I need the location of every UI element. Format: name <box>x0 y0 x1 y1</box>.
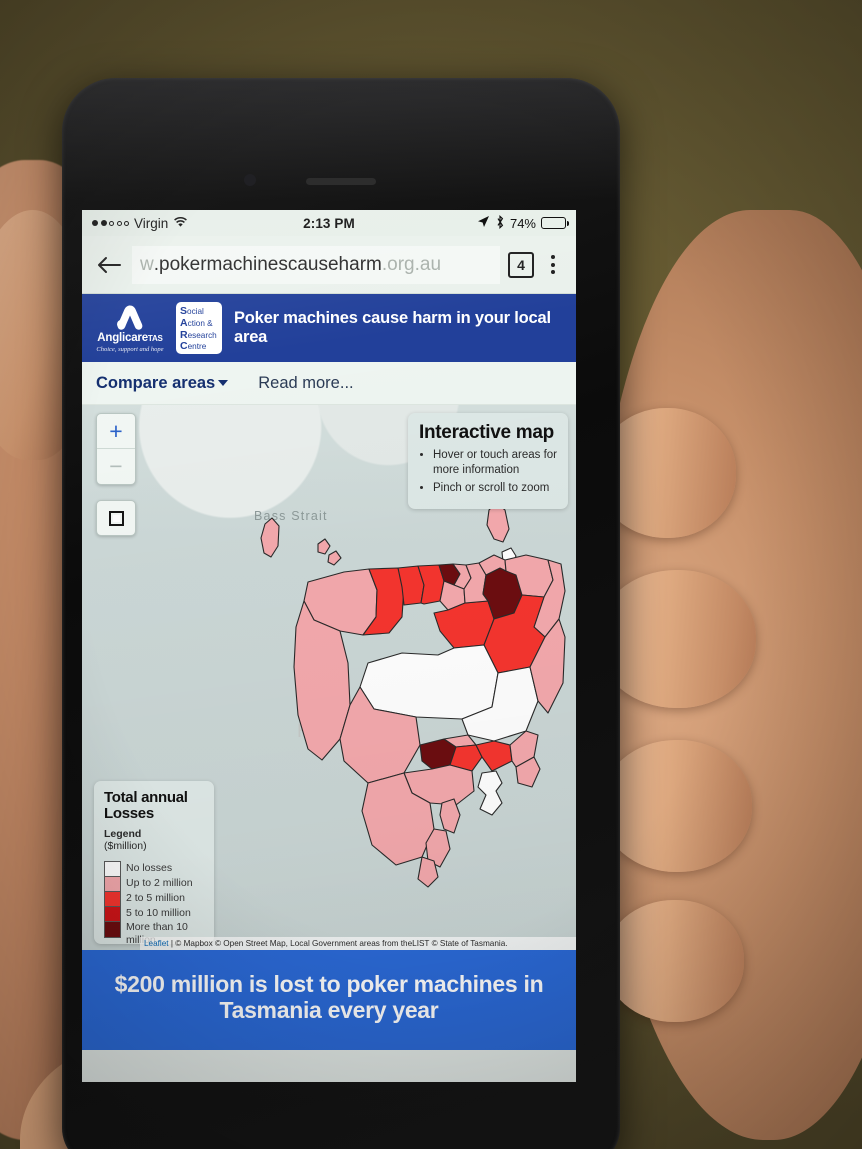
browser-toolbar: w .pokermachinescauseharm .org.au 4 <box>82 236 576 294</box>
info-card-title: Interactive map <box>419 422 554 443</box>
zoom-out-label: − <box>109 453 123 479</box>
sarc-logo[interactable]: Social Action & Research Centre <box>176 302 222 354</box>
info-card-bullet: Pinch or scroll to zoom <box>433 481 558 495</box>
statistic-banner: $200 million is lost to poker machines i… <box>82 950 576 1050</box>
region-central-highlands <box>359 644 499 720</box>
page-title: Poker machines cause harm in your local … <box>234 309 551 346</box>
legend-swatch <box>105 877 120 892</box>
legend-swatch <box>105 862 120 877</box>
zoom-out-button[interactable]: − <box>97 449 135 484</box>
zoom-in-button[interactable]: + <box>97 414 135 449</box>
anglicare-logo-text: AnglicareTAS <box>97 331 163 344</box>
site-navigation: Compare areas Read more... <box>82 362 576 405</box>
zoom-in-label: + <box>109 417 123 444</box>
legend-label: No losses <box>126 862 173 874</box>
map-legend: Total annual Losses Legend ($million) No… <box>94 781 214 946</box>
url-domain: .pokermachinescauseharm <box>153 253 382 275</box>
sarc-letter-a: A <box>180 316 188 329</box>
hand-finger <box>596 570 756 708</box>
info-card-bullet-list: Hover or touch areas for more informatio… <box>433 448 558 495</box>
sarc-word-social: ocial <box>187 307 204 316</box>
sarc-letter-s: S <box>180 305 188 317</box>
attribution-text: | © Mapbox © Open Street Map, Local Gove… <box>168 939 508 948</box>
ios-status-bar: Virgin 2:13 PM 74% <box>82 210 576 236</box>
region-clarence <box>475 740 513 772</box>
site-header: AnglicareTAS Choice, support and hope So… <box>82 294 576 362</box>
earpiece-speaker <box>306 178 376 185</box>
map-attribution: Leaflet | © Mapbox © Open Street Map, Lo… <box>140 937 576 950</box>
tab-switcher-button[interactable]: 4 <box>508 251 534 278</box>
phone-screen: Virgin 2:13 PM 74% w .pokermachinescause… <box>82 210 576 1082</box>
back-arrow-icon[interactable] <box>94 250 124 280</box>
legend-label: Up to 2 million <box>126 877 193 889</box>
legend-subtitle-unit: ($million) <box>104 840 147 853</box>
location-arrow-icon <box>477 215 490 231</box>
info-card-bullet: Hover or touch areas for more informatio… <box>433 448 558 477</box>
address-bar-input[interactable]: w .pokermachinescauseharm .org.au <box>132 245 500 284</box>
chevron-down-icon <box>218 380 229 387</box>
url-suffix: .org.au <box>381 253 442 275</box>
front-camera <box>244 174 256 186</box>
hand-finger <box>600 740 752 872</box>
region-bruny-island <box>477 770 503 816</box>
reset-view-icon[interactable] <box>96 500 136 536</box>
region-king-island <box>260 517 280 558</box>
sarc-letter-r: R <box>180 328 188 341</box>
legend-label-column: No losses Up to 2 million 2 to 5 million… <box>126 861 206 946</box>
region-three-hummock <box>327 550 342 566</box>
region-hunter-islands <box>317 538 331 555</box>
legend-items: No losses Up to 2 million 2 to 5 million… <box>104 861 206 946</box>
hand-finger <box>604 900 744 1022</box>
sarc-word-centre: entre <box>187 342 207 352</box>
banner-headline: $200 million is lost to poker machines i… <box>114 971 544 1023</box>
anglicare-tas-logo[interactable]: AnglicareTAS Choice, support and hope <box>94 304 166 353</box>
legend-label: More than 10 million <box>126 921 188 946</box>
battery-icon <box>541 217 569 229</box>
legend-label: 5 to 10 million <box>126 907 191 919</box>
map-zoom-controls[interactable]: + − <box>96 413 136 485</box>
interactive-map-info-card: Interactive map Hover or touch areas for… <box>408 413 568 510</box>
legend-subtitle: Legend ($million) <box>104 828 206 853</box>
nav-compare-label: Compare areas <box>96 373 216 392</box>
bluetooth-icon <box>495 214 505 232</box>
sarc-word-research: esearch <box>187 330 217 340</box>
phone-screen-glare <box>62 78 620 223</box>
anglicare-logo-mark <box>113 304 147 332</box>
battery-percent-label: 74% <box>509 215 536 231</box>
legend-label: 2 to 5 million <box>126 892 185 904</box>
anglicare-logo-tagline: Choice, support and hope <box>96 345 164 353</box>
leaflet-link[interactable]: Leaflet <box>144 939 169 948</box>
smartphone-device: Virgin 2:13 PM 74% w .pokermachinescause… <box>62 78 620 1149</box>
legend-swatch <box>105 907 120 922</box>
status-bar-right: 74% <box>477 214 569 232</box>
legend-swatch-column <box>104 861 121 938</box>
overflow-menu-icon[interactable] <box>542 255 564 274</box>
legend-swatch <box>105 892 120 907</box>
nav-item-read-more[interactable]: Read more... <box>258 374 353 393</box>
photograph-of-phone-in-hand: Virgin 2:13 PM 74% w .pokermachinescause… <box>0 0 862 1149</box>
interactive-choropleth-map[interactable]: Bass Strait Hobart <box>82 405 576 950</box>
legend-swatch <box>105 922 120 937</box>
sarc-word-action: ction & <box>187 318 213 328</box>
nav-item-compare-areas[interactable]: Compare areas <box>96 373 229 393</box>
legend-subtitle-bold: Legend <box>104 827 142 840</box>
tab-count-label: 4 <box>517 256 525 273</box>
legend-title: Total annual Losses <box>104 789 188 823</box>
url-prefix: w <box>140 253 154 275</box>
sarc-letter-c: C <box>180 340 188 353</box>
